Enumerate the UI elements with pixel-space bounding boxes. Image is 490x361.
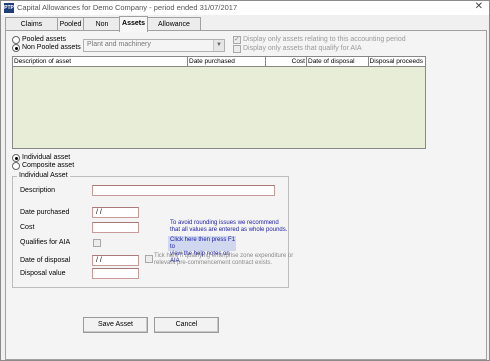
table-header: Description of asset Date purchased Cost… [13,57,425,67]
individual-asset-radio[interactable] [12,154,20,162]
tab-assets[interactable]: Assets [119,16,148,32]
accounting-period-filter-label: Display only assets relating to this acc… [243,36,406,43]
save-asset-button[interactable]: Save Asset [83,317,148,333]
individual-asset-label: Individual asset [22,154,71,161]
capital-allowances-window: PTP Capital Allowances for Demo Company … [0,0,490,361]
title-bar: PTP Capital Allowances for Demo Company … [1,1,489,15]
non-pooled-assets-radio[interactable] [12,44,20,52]
pool-select-value: Plant and machinery [87,41,151,48]
pool-select[interactable]: Plant and machinery ▼ [83,39,225,52]
rounding-note-line2: that all values are entered as whole pou… [170,227,288,233]
pooled-assets-label: Pooled assets [22,36,66,43]
aia-help-note[interactable]: Click here then press F1 to view the hel… [168,236,236,264]
disposal-value-label: Disposal value [20,270,66,277]
description-field[interactable] [92,185,275,196]
tab-allowance-rates[interactable]: Allowance Rates [147,17,201,41]
cost-label: Cost [20,224,35,231]
tab-claims-summary[interactable]: Claims Summary [5,17,58,41]
date-purchased-label: Date purchased [20,209,70,216]
composite-asset-label: Composite asset [22,162,75,169]
enterprise-zone-checkbox[interactable] [145,255,153,263]
description-label: Description [20,187,56,194]
rounding-note: To avoid rounding issues we recommend th… [170,220,287,234]
date-of-disposal-label: Date of disposal [20,257,71,264]
close-icon[interactable]: ✕ [475,1,483,12]
composite-asset-radio[interactable] [12,162,20,170]
rounding-note-line1: To avoid rounding issues we recommend [170,220,279,226]
cost-field[interactable] [92,222,139,233]
non-pooled-assets-label: Non Pooled assets [22,44,81,51]
assets-table[interactable]: Description of asset Date purchased Cost… [12,56,426,149]
accounting-period-checkbox[interactable] [233,35,241,44]
aia-help-note-line1: Click here then press F1 to [170,237,236,250]
enterprise-zone-line1: Tick here if qualifying enterprise zone … [154,253,294,259]
date-purchased-field[interactable]: / / [92,207,139,218]
column-header-cost[interactable]: Cost [266,57,307,66]
aia-filter-checkbox[interactable] [233,45,241,53]
individual-asset-group-title: Individual Asset [17,172,70,179]
enterprise-zone-note: Tick here if qualifying enterprise zone … [154,253,293,267]
column-header-description[interactable]: Description of asset [13,57,188,66]
tab-non-pooled[interactable]: Non Pooled [83,17,121,41]
qualifies-aia-checkbox[interactable] [93,239,101,247]
disposal-value-field[interactable] [92,268,139,279]
aia-filter-label: Display only assets that qualify for AIA [243,45,362,52]
tab-pooled[interactable]: Pooled [57,17,84,31]
column-header-disposal-proceeds[interactable]: Disposal proceeds [369,57,424,66]
window-title: Capital Allowances for Demo Company - pe… [17,3,238,12]
pooled-assets-radio[interactable] [12,36,20,44]
qualifies-aia-label: Qualifies for AIA [20,239,71,246]
enterprise-zone-line2: relevant pre-commencement contract exist… [154,260,273,266]
column-header-date-purchased[interactable]: Date purchased [188,57,266,66]
date-of-disposal-field[interactable]: / / [92,255,139,266]
chevron-down-icon[interactable]: ▼ [213,40,224,51]
column-header-date-of-disposal[interactable]: Date of disposal [307,57,369,66]
cancel-button[interactable]: Cancel [154,317,219,333]
app-logo-icon: PTP [4,3,14,13]
